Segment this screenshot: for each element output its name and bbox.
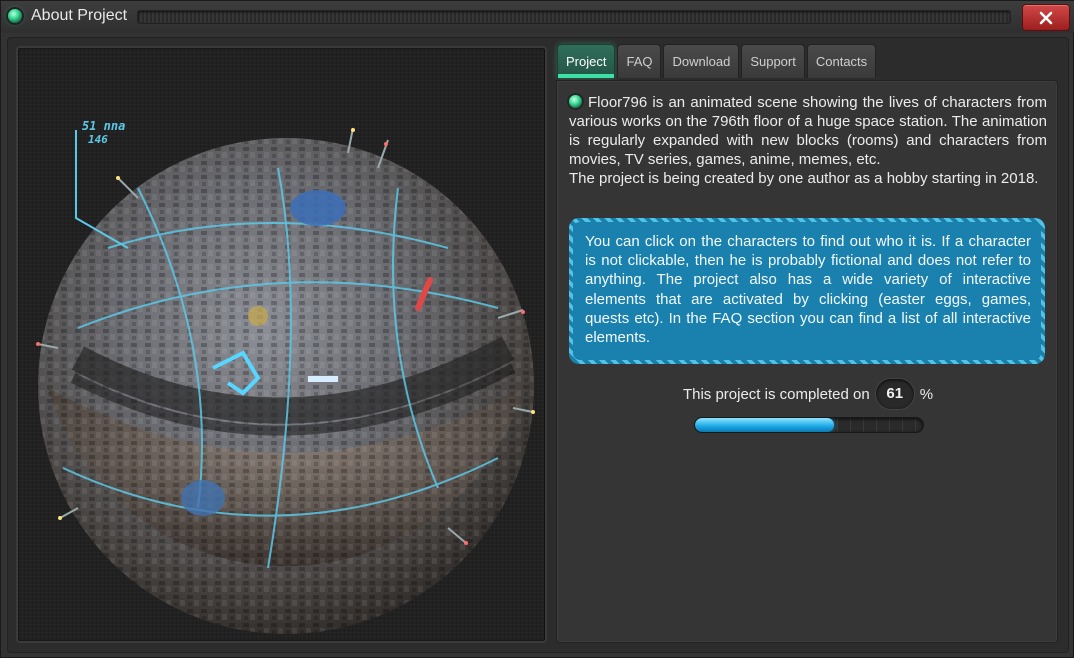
title-bar-drag-area[interactable] [137, 10, 1011, 24]
tab-download[interactable]: Download [663, 44, 740, 78]
overlay-code-line2: 146 [88, 133, 108, 146]
completion-suffix: % [919, 385, 934, 403]
info-callout: You can click on the characters to find … [569, 218, 1045, 364]
status-led-icon [8, 9, 22, 23]
about-project-window: About Project 51 nna 146 Project FAQ Dow… [0, 0, 1074, 658]
completion-percent-badge: 61 [875, 379, 914, 409]
close-icon [1039, 11, 1053, 24]
project-description: Floor796 is an animated scene showing th… [569, 93, 1047, 188]
info-callout-text: You can click on the characters to find … [573, 222, 1041, 360]
completion-prefix: This project is completed on [682, 385, 870, 403]
title-bar: About Project [1, 1, 1074, 33]
tab-content-panel: Floor796 is an animated scene showing th… [556, 80, 1058, 643]
window-title: About Project [31, 7, 128, 24]
project-intro-text-2: The project is being created by one auth… [569, 170, 1039, 187]
bullet-led-icon [569, 95, 582, 108]
tab-support[interactable]: Support [741, 44, 805, 78]
tab-contacts[interactable]: Contacts [806, 44, 877, 78]
completion-progress-fill [695, 418, 835, 432]
project-intro-text: Floor796 is an animated scene showing th… [569, 94, 1047, 168]
space-station-image: 51 nna 146 [36, 119, 535, 634]
close-button[interactable] [1022, 4, 1070, 31]
tab-bar: Project FAQ Download Support Contacts [557, 44, 877, 80]
tab-faq[interactable]: FAQ [617, 44, 662, 78]
overlay-code-line1: 51 nna [82, 119, 125, 133]
station-image-panel: 51 nna 146 [16, 46, 547, 643]
completion-label: This project is completed on 61 % [557, 379, 1059, 409]
tab-project[interactable]: Project [557, 44, 616, 78]
completion-progress-bar [694, 417, 924, 433]
